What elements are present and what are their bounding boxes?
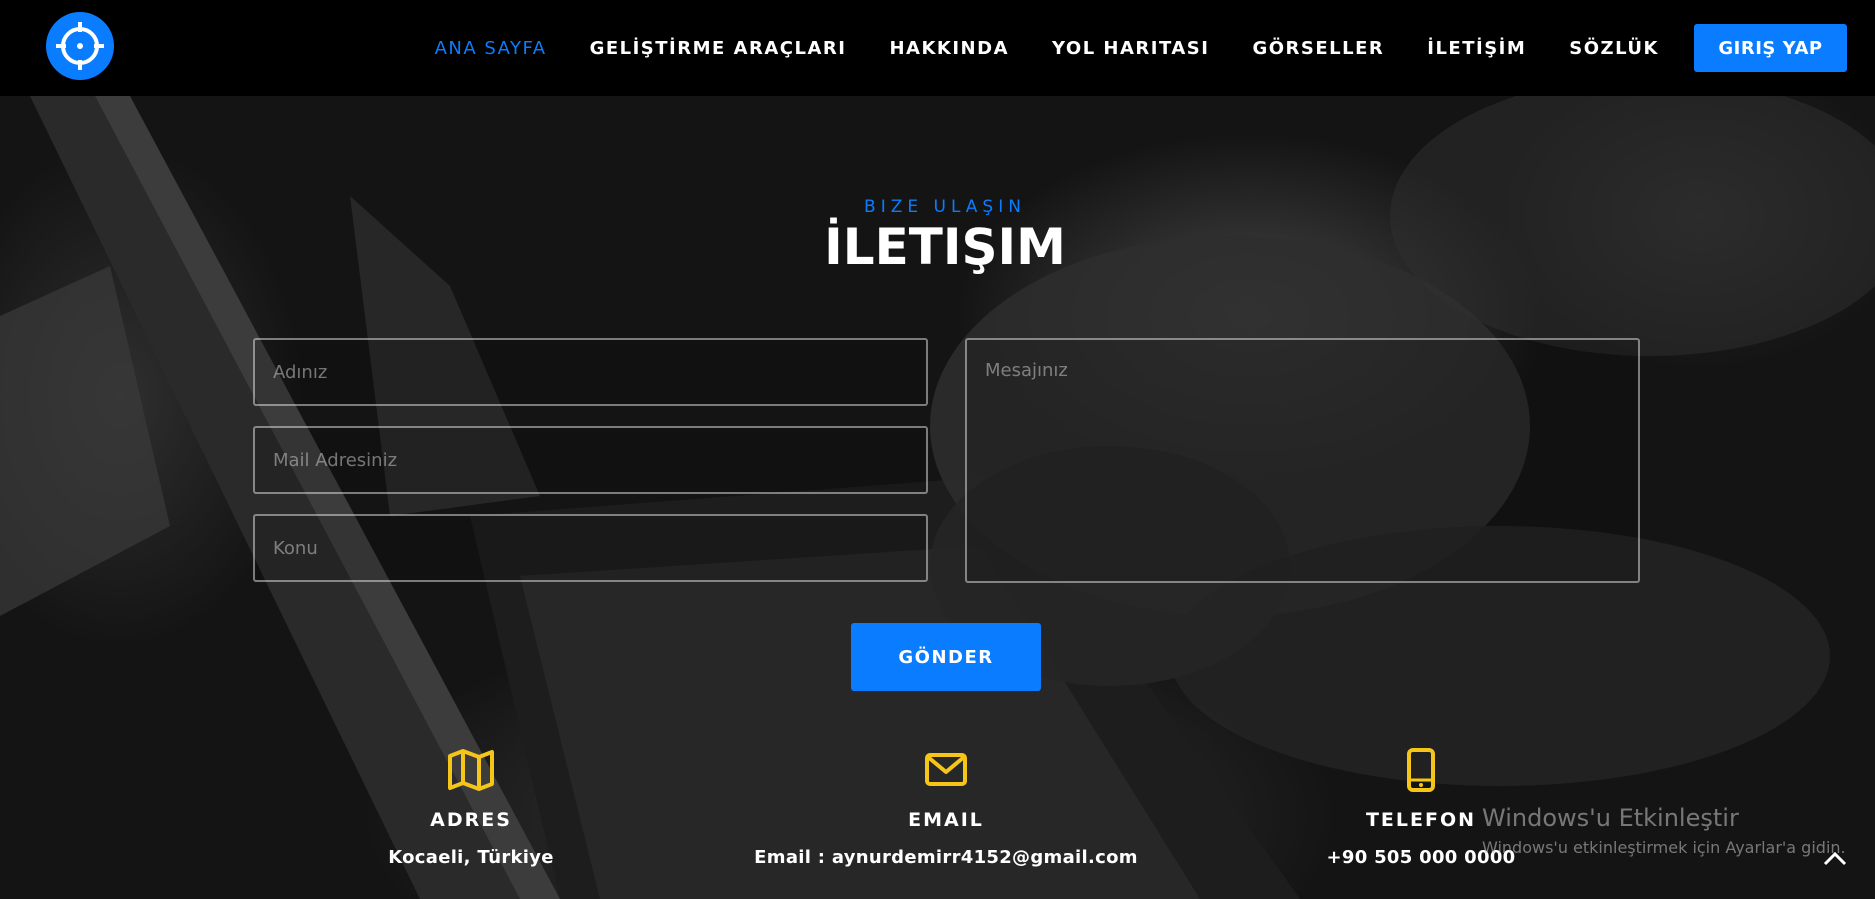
section-title: İLETIŞIM bbox=[824, 218, 1066, 276]
email-block: EMAIL Email : aynurdemirr4152@gmail.com bbox=[746, 748, 1146, 868]
mobile-phone-icon bbox=[1407, 748, 1435, 792]
name-input[interactable] bbox=[253, 338, 928, 406]
nav-item-ana-sayfa[interactable]: ANA SAYFA bbox=[435, 38, 547, 59]
email-value[interactable]: Email : aynurdemirr4152@gmail.com bbox=[746, 847, 1146, 868]
chevron-up-icon bbox=[1823, 851, 1847, 866]
email-label: EMAIL bbox=[908, 809, 984, 831]
crosshair-logo-icon[interactable] bbox=[46, 12, 114, 80]
address-label: ADRES bbox=[430, 809, 512, 831]
address-value: Kocaeli, Türkiye bbox=[388, 847, 554, 868]
activation-watermark-subtitle: Windows'u etkinleştirmek için Ayarlar'a … bbox=[1482, 838, 1846, 857]
nav-item-gorseller[interactable]: GÖRSELLER bbox=[1252, 38, 1384, 59]
nav-item-sozluk[interactable]: SÖZLÜK bbox=[1569, 38, 1659, 59]
login-button[interactable]: GIRIŞ YAP bbox=[1694, 24, 1847, 72]
activation-watermark-title: Windows'u Etkinleştir bbox=[1482, 804, 1739, 832]
navbar: ANA SAYFA GELİŞTİRME ARAÇLARI HAKKINDA Y… bbox=[0, 0, 1875, 96]
send-button[interactable]: GÖNDER bbox=[851, 623, 1041, 691]
nav-item-hakkinda[interactable]: HAKKINDA bbox=[889, 38, 1009, 59]
envelope-icon bbox=[925, 753, 967, 786]
address-block: ADRES Kocaeli, Türkiye bbox=[271, 748, 671, 868]
map-icon bbox=[448, 749, 494, 791]
section-subtitle: BIZE ULAŞIN bbox=[864, 197, 1026, 217]
scroll-to-top-button[interactable] bbox=[1820, 846, 1850, 870]
nav-item-gelistirme-araclari[interactable]: GELİŞTİRME ARAÇLARI bbox=[590, 38, 847, 59]
subject-input[interactable] bbox=[253, 514, 928, 582]
message-textarea[interactable] bbox=[965, 338, 1640, 583]
nav-item-yol-haritasi[interactable]: YOL HARITASI bbox=[1052, 38, 1209, 59]
nav-item-iletisim[interactable]: İLETİŞİM bbox=[1427, 38, 1526, 59]
email-input[interactable] bbox=[253, 426, 928, 494]
nav-links: ANA SAYFA GELİŞTİRME ARAÇLARI HAKKINDA Y… bbox=[435, 0, 1875, 96]
